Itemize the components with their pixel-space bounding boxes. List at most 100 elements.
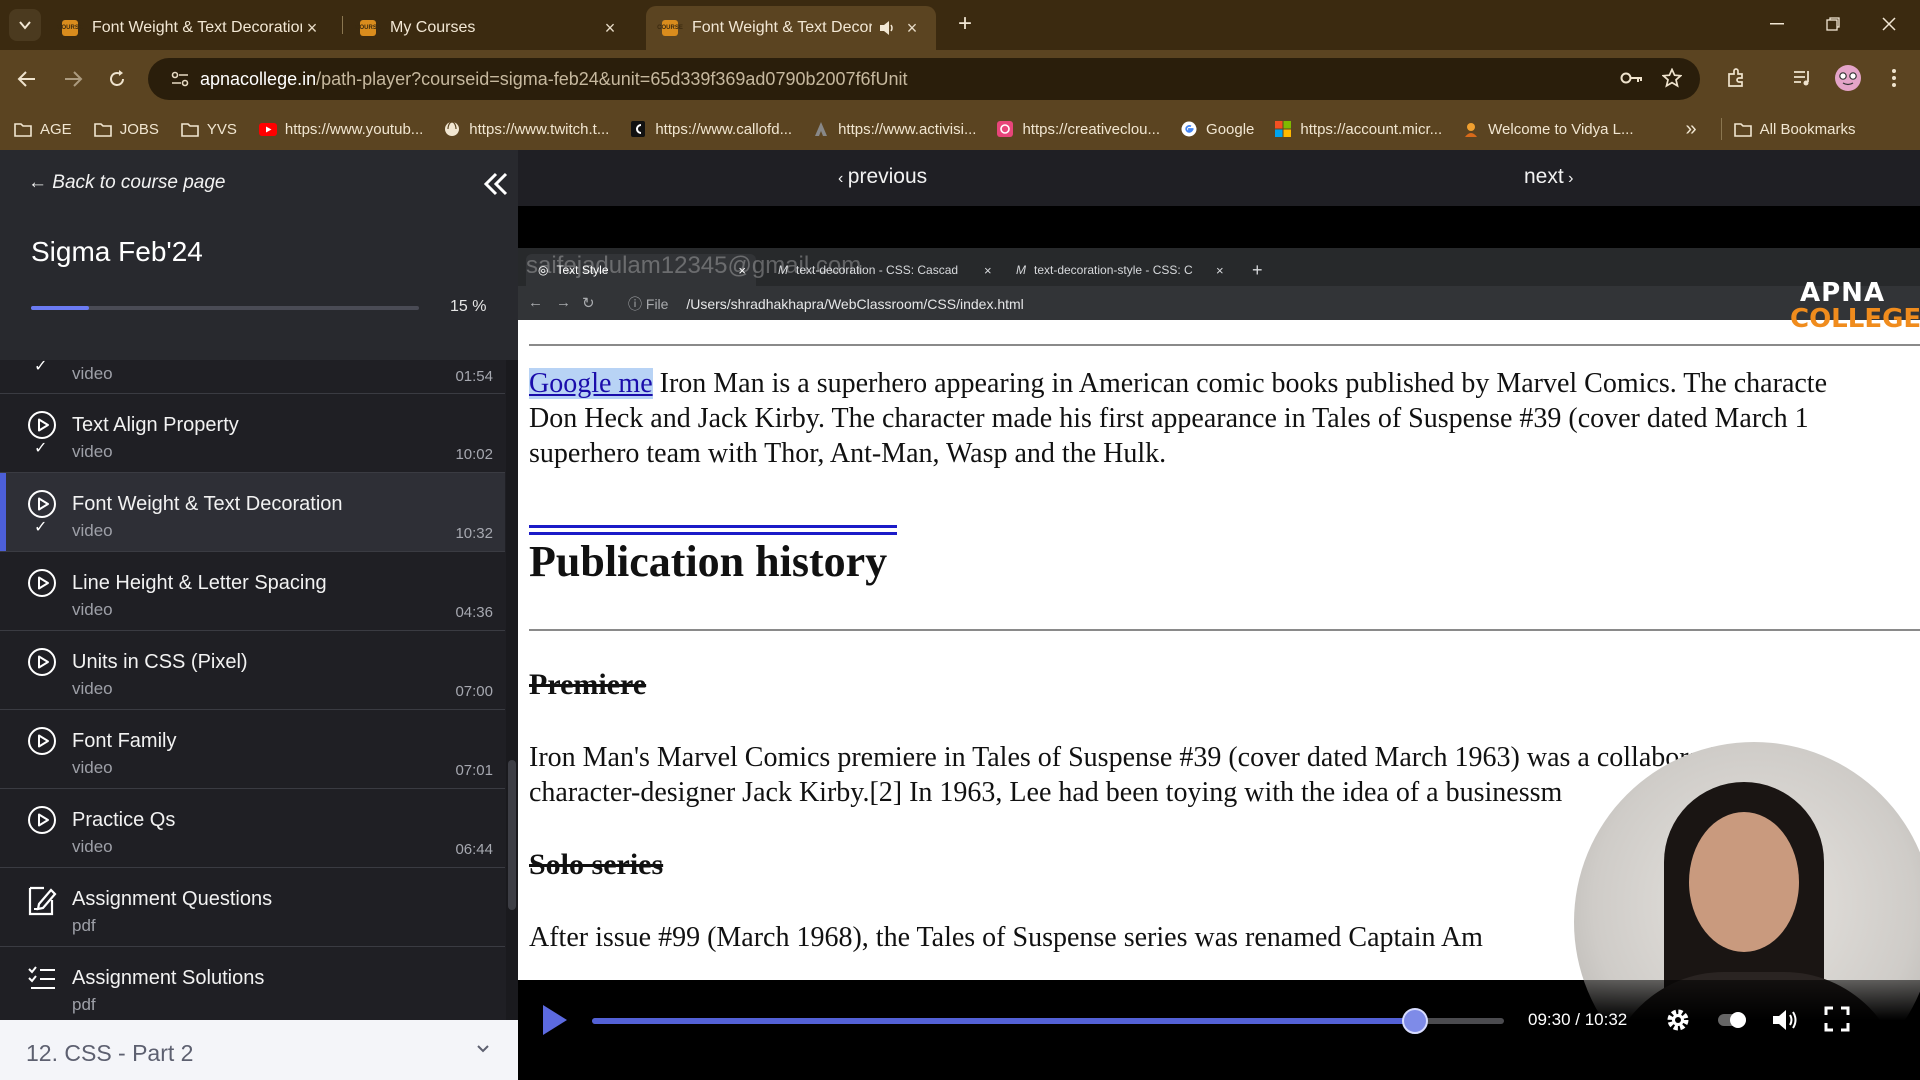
section-accordion-css-part-2[interactable]: 12. CSS - Part 2 bbox=[0, 1020, 518, 1080]
lesson-item[interactable]: Units in CSS (Pixel) video 07:00 bbox=[0, 631, 505, 710]
google-me-link: Google me bbox=[529, 368, 653, 399]
fullscreen-button[interactable] bbox=[1824, 1006, 1856, 1038]
play-circle-icon bbox=[27, 489, 57, 519]
autoplay-toggle[interactable] bbox=[1716, 1006, 1748, 1038]
lesson-item[interactable]: ✓ video 01:54 bbox=[0, 360, 505, 394]
back-button[interactable] bbox=[10, 62, 44, 96]
password-key-icon[interactable] bbox=[1612, 58, 1652, 98]
seek-handle[interactable] bbox=[1401, 1008, 1428, 1034]
next-button[interactable]: next › bbox=[1524, 165, 1573, 189]
lesson-item[interactable]: Practice Qs video 06:44 bbox=[0, 789, 505, 868]
scrollbar-thumb[interactable] bbox=[508, 760, 516, 910]
bookmark-youtube[interactable]: https://www.youtub... bbox=[258, 121, 423, 138]
browser-tab-2[interactable]: COURSE My Courses × bbox=[344, 6, 634, 50]
close-tab-icon[interactable]: × bbox=[600, 18, 620, 39]
lesson-title: Font Weight & Text Decoration bbox=[72, 493, 343, 515]
bookmark-folder-jobs[interactable]: JOBS bbox=[93, 120, 159, 138]
double-chevron-left-icon bbox=[483, 172, 508, 196]
lesson-item[interactable]: Font Family video 07:01 bbox=[0, 710, 505, 789]
bookmark-label: All Bookmarks bbox=[1759, 120, 1856, 138]
lesson-item[interactable]: Assignment Questions pdf bbox=[0, 868, 505, 947]
tab-search-button[interactable] bbox=[9, 9, 41, 41]
bookmark-folder-age[interactable]: AGE bbox=[14, 121, 72, 138]
bookmarks-overflow-button[interactable]: » bbox=[1686, 118, 1697, 141]
bookmark-vidya[interactable]: Welcome to Vidya L... bbox=[1462, 121, 1634, 138]
browser-tab-1[interactable]: COURSE Font Weight & Text Decoration × bbox=[46, 6, 336, 50]
close-tab-icon[interactable]: × bbox=[902, 18, 922, 39]
volume-icon bbox=[1773, 1010, 1797, 1030]
back-to-course-link[interactable]: ← Back to course page bbox=[28, 172, 226, 194]
close-tab-icon[interactable]: × bbox=[302, 18, 322, 39]
lesson-type: video bbox=[72, 837, 113, 856]
paragraph-line: Iron Man's Marvel Comics premiere in Tal… bbox=[529, 742, 1778, 773]
folder-icon bbox=[93, 121, 112, 137]
checkmark-icon: ✓ bbox=[34, 360, 48, 375]
previous-button[interactable]: ‹ previous bbox=[838, 165, 927, 189]
address-bar[interactable]: apnacollege.in/path-player?courseid=sigm… bbox=[148, 58, 1700, 100]
profile-avatar[interactable] bbox=[1828, 58, 1868, 98]
speaker-icon[interactable] bbox=[878, 20, 896, 36]
play-button[interactable] bbox=[540, 1002, 570, 1038]
bookmark-google[interactable]: Google bbox=[1180, 121, 1254, 138]
sidebar-scrollbar[interactable] bbox=[506, 360, 518, 1020]
bookmark-activision[interactable]: https://www.activisi... bbox=[812, 121, 976, 138]
close-tab-icon: × bbox=[1216, 262, 1224, 278]
youtube-icon bbox=[258, 121, 277, 137]
bookmark-microsoft[interactable]: https://account.micr... bbox=[1274, 121, 1442, 138]
media-controls-icon[interactable] bbox=[1782, 58, 1822, 98]
chevron-right-icon: › bbox=[1563, 170, 1574, 187]
volume-button[interactable] bbox=[1770, 1006, 1802, 1038]
lesson-type: video bbox=[72, 679, 113, 698]
video-player[interactable]: ◎ Text Style × M text-decoration - CSS: … bbox=[518, 206, 1920, 1080]
bookmark-label: https://www.twitch.t... bbox=[469, 120, 610, 138]
bookmark-label: JOBS bbox=[119, 120, 159, 138]
arrow-right-icon: → bbox=[556, 294, 571, 311]
close-window-button[interactable] bbox=[1862, 6, 1916, 42]
forward-button[interactable] bbox=[56, 62, 90, 96]
lesson-item[interactable]: ✓ Font Weight & Text Decoration video 10:32 bbox=[0, 473, 505, 552]
microsoft-icon bbox=[1274, 121, 1292, 137]
new-tab-button[interactable]: + bbox=[950, 10, 980, 40]
all-bookmarks-button[interactable]: All Bookmarks bbox=[1733, 120, 1856, 138]
browser-tab-3-active[interactable]: COURSE Font Weight & Text Decorat × bbox=[646, 6, 936, 50]
checklist-icon bbox=[27, 963, 57, 993]
browser-menu-icon[interactable] bbox=[1874, 58, 1914, 98]
bookmark-creativecloud[interactable]: https://creativeclou... bbox=[996, 121, 1160, 138]
heading-premiere: Premiere bbox=[529, 668, 647, 701]
arrow-left-icon: ← bbox=[528, 294, 543, 311]
lesson-item[interactable]: Line Height & Letter Spacing video 04:36 bbox=[0, 552, 505, 631]
lesson-title: Units in CSS (Pixel) bbox=[72, 651, 248, 673]
bookmark-twitch[interactable]: https://www.twitch.t... bbox=[443, 121, 609, 138]
lesson-item[interactable]: ✓ Text Align Property video 10:02 bbox=[0, 394, 505, 473]
bookmark-label: Google bbox=[1206, 120, 1255, 138]
seek-bar[interactable] bbox=[592, 1008, 1504, 1034]
minimize-button[interactable] bbox=[1750, 6, 1804, 42]
bookmark-label: YVS bbox=[206, 120, 237, 138]
sidebar-header: ← Back to course page Sigma Feb'24 15 % bbox=[0, 150, 518, 360]
bookmark-folder-yvs[interactable]: YVS bbox=[181, 121, 237, 138]
url-domain: apnacollege.in bbox=[200, 68, 317, 89]
folder-icon bbox=[14, 121, 32, 137]
arrow-left-icon bbox=[17, 71, 35, 87]
site-settings-icon[interactable] bbox=[160, 70, 200, 88]
lesson-duration: 07:01 bbox=[455, 762, 493, 779]
course-title: Sigma Feb'24 bbox=[31, 236, 203, 267]
collapse-sidebar-button[interactable] bbox=[476, 164, 516, 204]
restore-button[interactable] bbox=[1806, 6, 1860, 42]
paragraph-line: superhero team with Thor, Ant-Man, Wasp … bbox=[529, 438, 1167, 469]
reload-button[interactable] bbox=[100, 62, 134, 96]
play-circle-icon bbox=[27, 568, 57, 598]
lesson-item[interactable]: Assignment Solutions pdf bbox=[0, 947, 505, 1020]
file-label: File bbox=[645, 296, 669, 312]
edit-document-icon bbox=[27, 884, 57, 916]
bookmark-callofduty[interactable]: https://www.callofd... bbox=[629, 121, 792, 138]
chevron-down-icon bbox=[19, 21, 31, 30]
extensions-icon[interactable] bbox=[1716, 58, 1756, 98]
tab-title: Font Weight & Text Decorat bbox=[692, 19, 872, 36]
settings-button[interactable] bbox=[1664, 1006, 1696, 1038]
bookmark-star-icon[interactable] bbox=[1652, 58, 1692, 98]
restore-icon bbox=[1826, 17, 1840, 31]
creative-cloud-icon bbox=[996, 121, 1014, 137]
lesson-duration: 10:02 bbox=[455, 446, 493, 463]
apna-college-favicon: COURSE bbox=[57, 20, 83, 36]
